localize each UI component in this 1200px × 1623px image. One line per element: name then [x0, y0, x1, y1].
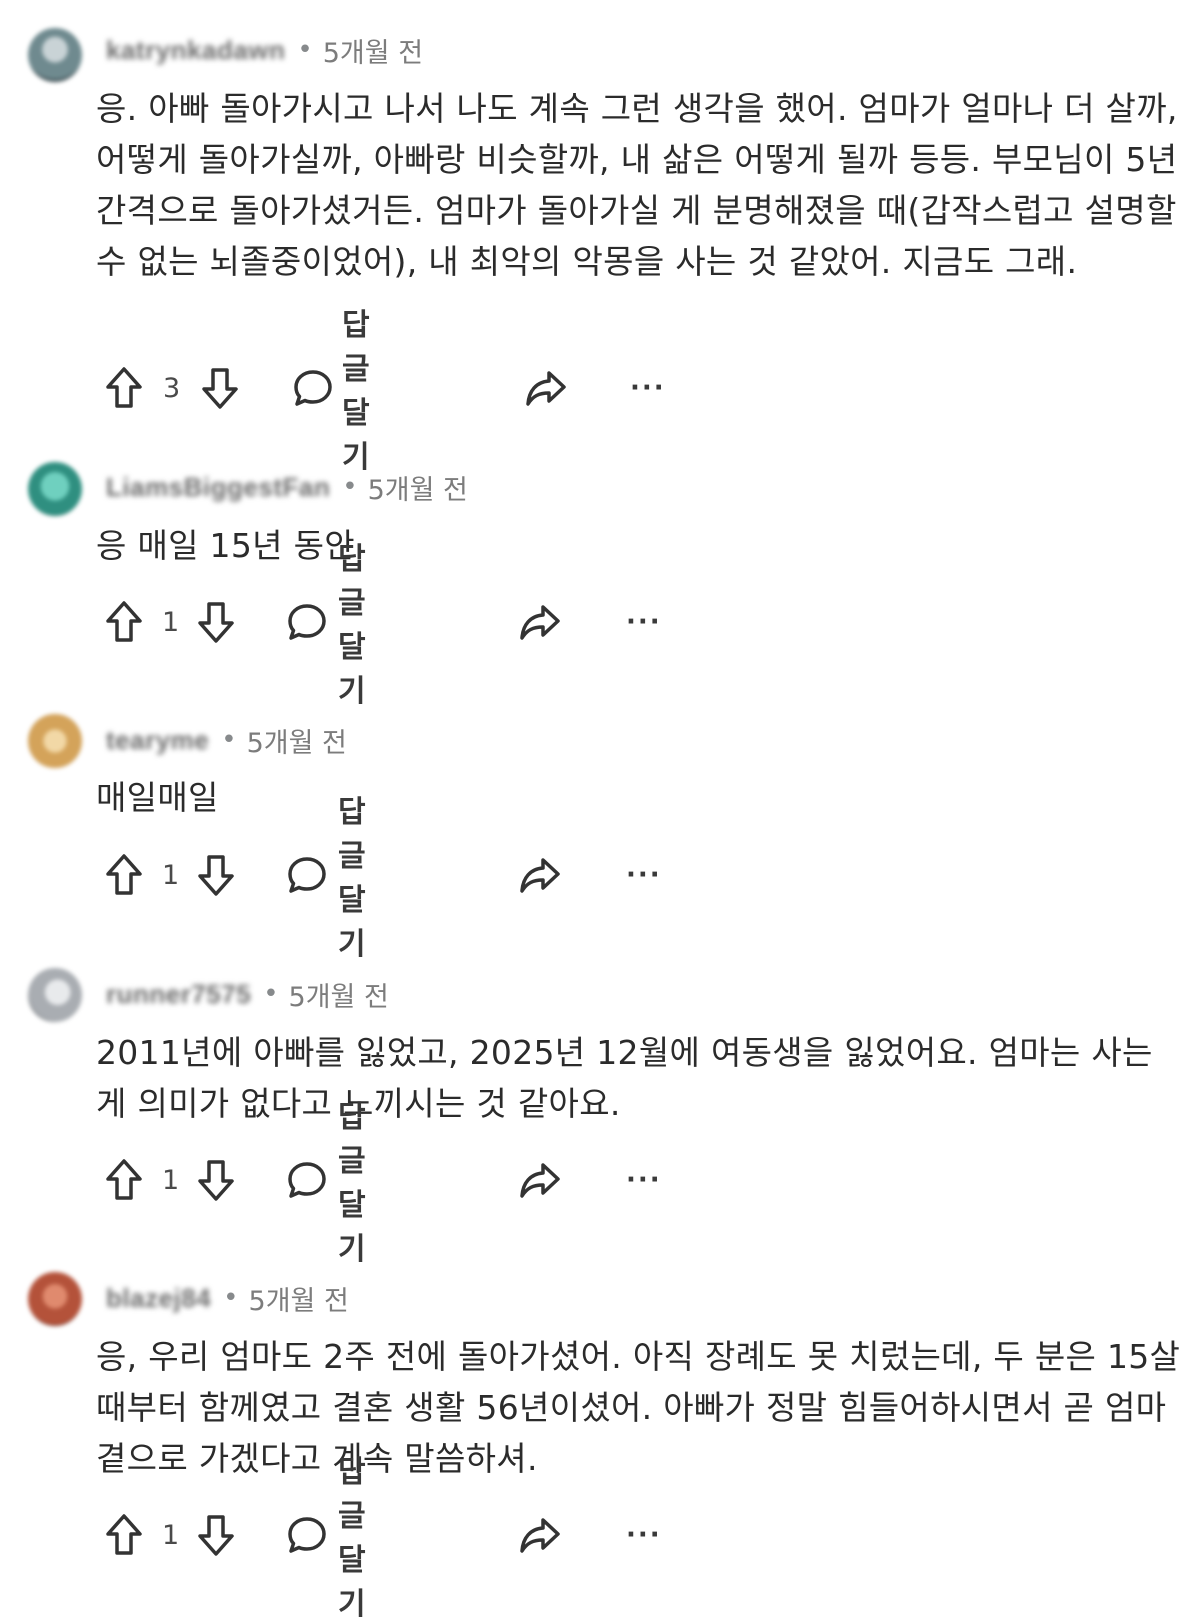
- downvote-icon[interactable]: [196, 850, 236, 900]
- username[interactable]: tearyme: [106, 725, 209, 756]
- share-icon[interactable]: [518, 597, 562, 647]
- comment-body: 응 매일 15년 동안: [96, 526, 355, 565]
- more-options-button[interactable]: ···: [626, 1155, 662, 1205]
- comment-body: 2011년에 아빠를 잃었고, 2025년 12월에 여동생을 잃었어요. 엄마…: [96, 1033, 1153, 1123]
- more-options-button[interactable]: ···: [626, 850, 662, 900]
- timestamp[interactable]: 5개월 전: [249, 1279, 349, 1318]
- comment-body: 응, 우리 엄마도 2주 전에 돌아가셨어. 아직 장례도 못 치렀는데, 두 …: [96, 1337, 1181, 1478]
- share-icon[interactable]: [518, 850, 562, 900]
- vote-count: 1: [162, 859, 180, 891]
- reply-button[interactable]: 답글 달기: [342, 308, 370, 475]
- timestamp[interactable]: 5개월 전: [323, 31, 423, 70]
- timestamp[interactable]: 5개월 전: [368, 468, 468, 507]
- comment-bubble-icon[interactable]: [286, 1155, 328, 1205]
- share-icon[interactable]: [524, 363, 568, 413]
- more-options-button[interactable]: ···: [626, 1510, 662, 1560]
- more-options-button[interactable]: ···: [626, 597, 662, 647]
- comment-bubble-icon[interactable]: [286, 1510, 328, 1560]
- separator-dot: •: [297, 35, 313, 65]
- username[interactable]: katrynkadawn: [106, 35, 285, 66]
- comment-body: 응. 아빠 돌아가시고 나서 나도 계속 그런 생각을 했어. 엄마가 얼마나 …: [96, 89, 1178, 281]
- avatar[interactable]: [28, 28, 82, 82]
- avatar[interactable]: [28, 1272, 82, 1326]
- reply-button[interactable]: 답글 달기: [338, 542, 366, 709]
- timestamp[interactable]: 5개월 전: [247, 721, 347, 760]
- username[interactable]: runner7575: [106, 979, 251, 1010]
- upvote-icon[interactable]: [104, 363, 144, 413]
- upvote-icon[interactable]: [104, 597, 144, 647]
- share-icon[interactable]: [518, 1510, 562, 1560]
- comment-bubble-icon[interactable]: [286, 597, 328, 647]
- share-icon[interactable]: [518, 1155, 562, 1205]
- downvote-icon[interactable]: [196, 597, 236, 647]
- downvote-icon[interactable]: [196, 1155, 236, 1205]
- username[interactable]: blazej84: [106, 1283, 211, 1314]
- upvote-icon[interactable]: [104, 1155, 144, 1205]
- reply-button[interactable]: 답글 달기: [338, 795, 366, 962]
- reply-button[interactable]: 답글 달기: [338, 1455, 366, 1622]
- downvote-icon[interactable]: [200, 363, 240, 413]
- downvote-icon[interactable]: [196, 1510, 236, 1560]
- comment-bubble-icon[interactable]: [286, 850, 328, 900]
- vote-count: 3: [163, 372, 181, 404]
- username[interactable]: LiamsBiggestFan: [106, 472, 330, 503]
- avatar[interactable]: [28, 462, 82, 516]
- vote-count: 1: [162, 1519, 180, 1551]
- vote-count: 1: [162, 1164, 180, 1196]
- upvote-icon[interactable]: [104, 850, 144, 900]
- avatar[interactable]: [28, 968, 82, 1022]
- separator-dot: •: [223, 1283, 239, 1313]
- upvote-icon[interactable]: [104, 1510, 144, 1560]
- separator-dot: •: [342, 472, 358, 502]
- comment-bubble-icon[interactable]: [292, 363, 334, 413]
- more-options-button[interactable]: ···: [630, 363, 666, 413]
- vote-count: 1: [162, 606, 180, 638]
- reply-button[interactable]: 답글 달기: [338, 1100, 366, 1267]
- comment-body: 매일매일: [96, 778, 219, 817]
- avatar[interactable]: [28, 714, 82, 768]
- separator-dot: •: [263, 979, 279, 1009]
- timestamp[interactable]: 5개월 전: [289, 975, 389, 1014]
- separator-dot: •: [221, 725, 237, 755]
